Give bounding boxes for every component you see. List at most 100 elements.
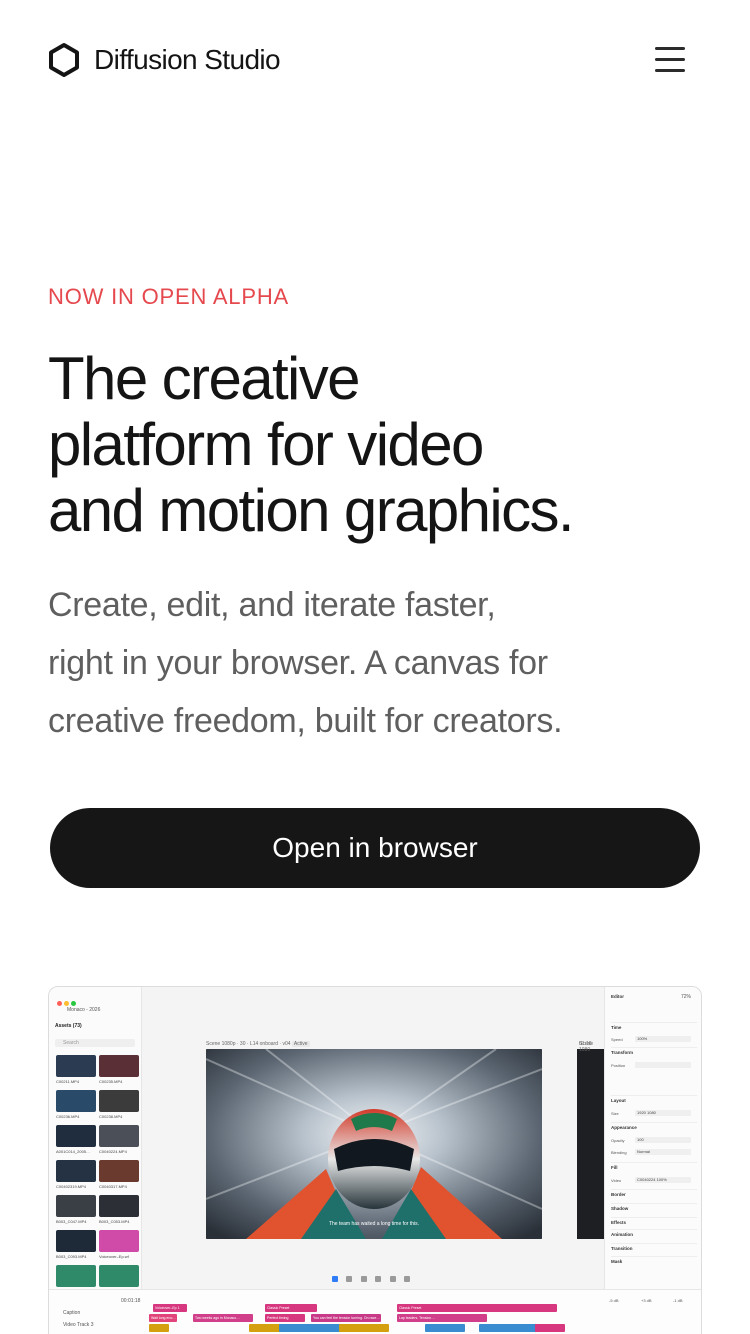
editor-field-input[interactable]: 1920 1080 (635, 1110, 691, 1116)
editor-section-title[interactable]: Transform (611, 1050, 633, 1055)
timeline-clip[interactable] (339, 1324, 389, 1332)
editor-title: Editor (611, 994, 624, 999)
shape-tool-icon[interactable] (360, 1276, 367, 1282)
zoom-dot[interactable] (71, 1001, 76, 1006)
asset-thumbnail[interactable] (99, 1195, 139, 1217)
editor-field-input[interactable]: Normal (635, 1149, 691, 1155)
search-placeholder: Search (63, 1040, 79, 1046)
subtext-line: creative freedom, built for creators. (48, 702, 563, 740)
zoom-level[interactable]: 72% (681, 994, 691, 1000)
text-tool-icon[interactable] (375, 1276, 382, 1282)
asset-label: C0040224.MP4 (99, 1149, 127, 1154)
asset-thumbnail[interactable] (56, 1160, 96, 1182)
asset-label: C00402319.MP4 (56, 1184, 87, 1189)
timeline-clip[interactable] (149, 1324, 169, 1332)
headline-line: platform for video (48, 411, 484, 478)
assets-search-input[interactable]: Search (55, 1039, 135, 1047)
asset-thumbnail[interactable] (56, 1125, 96, 1147)
asset-thumbnail[interactable] (56, 1055, 96, 1077)
timeline-clip[interactable]: Two weeks ago in Monaco… (193, 1314, 253, 1322)
section-divider (611, 1203, 697, 1204)
timeline-clip[interactable] (479, 1324, 539, 1332)
section-divider (611, 1047, 697, 1048)
close-dot[interactable] (57, 1001, 62, 1006)
video-caption: The team has waited a long time for this… (328, 1221, 420, 1227)
editor-section-title[interactable]: Time (611, 1025, 621, 1030)
timeline-clip[interactable]: Wait long eno… (149, 1314, 177, 1322)
asset-thumbnail[interactable] (99, 1160, 139, 1182)
section-divider (611, 1217, 697, 1218)
editor-section-title[interactable]: Mask (611, 1259, 622, 1264)
asset-thumbnail[interactable] (99, 1090, 139, 1112)
hamburger-menu-icon[interactable] (650, 44, 690, 76)
timeline-clip[interactable]: Lap leaders. Tension… (397, 1314, 487, 1322)
editor-section-title[interactable]: Layout (611, 1098, 626, 1103)
assets-header: Assets (73) (55, 1023, 82, 1029)
editor-field-label: Position (611, 1063, 626, 1068)
asset-thumbnail[interactable] (56, 1195, 96, 1217)
timeline-clip[interactable]: Perfect timing (265, 1314, 305, 1322)
editor-field-input[interactable]: C0040224 100% (635, 1177, 691, 1183)
canvas-stage: Scene 1080p · 30 · L14 onboard · v04 Act… (142, 987, 604, 1289)
canvas-toolbar (330, 1272, 420, 1284)
minimize-dot[interactable] (64, 1001, 69, 1006)
site-header: Diffusion Studio (0, 0, 750, 120)
asset-label: C00238.MP4 (99, 1114, 123, 1119)
asset-thumbnail[interactable] (99, 1125, 139, 1147)
section-divider (611, 1256, 697, 1257)
second-scene-label: Scene 1080 (579, 1041, 594, 1053)
section-divider (611, 1243, 697, 1244)
section-divider (611, 1229, 697, 1230)
subtext-line: right in your browser. A canvas for (48, 644, 548, 682)
section-divider (611, 1189, 697, 1190)
second-scene-frame[interactable]: Scene 1080 (577, 1041, 605, 1239)
meter-label: -1 dB (673, 1298, 683, 1303)
editor-field-input[interactable]: 100 (635, 1137, 691, 1143)
timeline-clip[interactable]: Classic Preset (397, 1304, 557, 1312)
editor-section-title[interactable]: Appearance (611, 1125, 637, 1130)
timeline-clip[interactable] (425, 1324, 465, 1332)
editor-section-title[interactable]: Effects (611, 1220, 626, 1225)
brand-name[interactable]: Diffusion Studio (94, 44, 281, 76)
asset-thumbnail[interactable] (56, 1265, 96, 1287)
frame-tool-icon[interactable] (346, 1276, 353, 1282)
editor-field-input[interactable] (635, 1062, 691, 1068)
more-tools-icon[interactable] (404, 1276, 411, 1282)
timeline-clip[interactable]: Voiceover–Ep 1 (153, 1304, 187, 1312)
select-tool-icon[interactable] (332, 1276, 338, 1282)
track-label: Video Track 3 (63, 1322, 94, 1328)
scene-badge: Active (291, 1041, 310, 1047)
section-divider (611, 1095, 697, 1096)
editor-section-title[interactable]: Border (611, 1192, 626, 1197)
timeline-clip[interactable]: You can feel the tension turning. On rac… (311, 1314, 381, 1322)
effects-tool-icon[interactable] (389, 1276, 396, 1282)
editor-field-label: Opacity (611, 1138, 625, 1143)
editor-section-title[interactable]: Transition (611, 1246, 633, 1251)
asset-thumbnail[interactable] (56, 1230, 96, 1252)
scene-label-text: Scene 1080p · 30 · L14 onboard · v04 (206, 1041, 291, 1047)
timeline-clip[interactable] (535, 1324, 565, 1332)
video-frame[interactable]: The team has waited a long time for this… (206, 1049, 542, 1239)
timeline-clip[interactable]: Classic Preset (265, 1304, 317, 1312)
editor-section-title[interactable]: Animation (611, 1232, 633, 1237)
asset-thumbnail[interactable] (99, 1230, 139, 1252)
open-in-browser-button[interactable]: Open in browser (50, 808, 700, 888)
hexagon-logo-icon[interactable] (48, 42, 80, 78)
asset-thumbnail[interactable] (99, 1055, 139, 1077)
hero-subtext: Create, edit, and iterate faster, right … (48, 576, 698, 750)
editor-section-title[interactable]: Shadow (611, 1206, 628, 1211)
asset-label: C00236.MP4 (56, 1114, 80, 1119)
asset-label: Voiceover–Ep.wf (99, 1254, 129, 1259)
editor-field-label: Blending (611, 1150, 627, 1155)
editor-field-label: Video (611, 1178, 622, 1183)
section-divider (611, 1162, 697, 1163)
editor-section-title[interactable]: Fill (611, 1165, 618, 1170)
project-name[interactable]: Monaco - 2026 (67, 1007, 100, 1013)
editor-field-label: Speed (611, 1037, 623, 1042)
asset-thumbnail[interactable] (99, 1265, 139, 1287)
editor-field-input[interactable]: 100% (635, 1036, 691, 1042)
meter-label: +3 dB (641, 1298, 652, 1303)
asset-thumbnail[interactable] (56, 1090, 96, 1112)
asset-label: B003_C047.MP4 (56, 1219, 87, 1224)
track-label: Caption (63, 1310, 81, 1316)
